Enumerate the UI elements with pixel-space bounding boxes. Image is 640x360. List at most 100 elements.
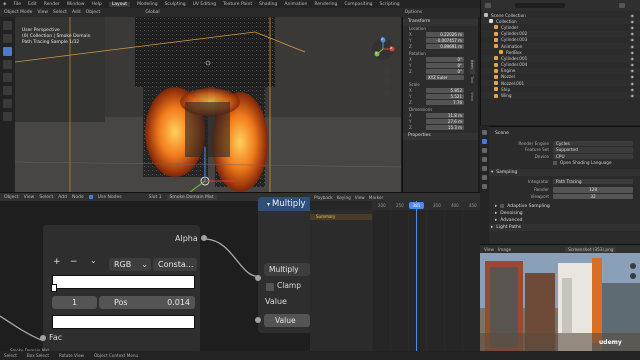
viewport-samples-field[interactable]: 32 (553, 193, 633, 199)
visibility-eye-icon[interactable]: ◉ (631, 19, 635, 24)
math-value-input-socket[interactable] (255, 275, 261, 281)
visibility-eye-icon[interactable]: ◉ (631, 13, 635, 18)
outliner-row[interactable]: Wing ◉ (481, 92, 640, 99)
options-button[interactable]: Options (405, 10, 422, 15)
measure-tool-icon[interactable] (3, 112, 12, 121)
fac-input-socket[interactable] (40, 335, 46, 341)
menu-file[interactable]: File (13, 2, 21, 7)
tab-compositing[interactable]: Compositing (344, 2, 372, 7)
rotation-mode-select[interactable]: XYZ Euler (426, 74, 464, 80)
rotation-x-field[interactable]: 0° (426, 56, 464, 62)
dimensions-x-field[interactable]: 11.8 m (426, 112, 464, 118)
visibility-eye-icon[interactable]: ◉ (631, 37, 635, 42)
alpha-output-socket[interactable] (201, 235, 207, 241)
image-pan-icon[interactable] (630, 273, 636, 279)
scale-tool-icon[interactable] (3, 73, 12, 82)
tab-item[interactable]: Item (470, 60, 475, 74)
color-ramp-bar[interactable] (52, 275, 195, 289)
location-x-field[interactable]: 0.22026 m (426, 31, 464, 37)
remove-stop-button[interactable]: − (70, 257, 78, 267)
tab-view[interactable]: View (470, 92, 475, 106)
outliner-search-input[interactable] (515, 3, 565, 8)
mode-select[interactable]: Object Mode (4, 10, 32, 15)
properties-header[interactable]: Properties (403, 133, 478, 140)
scale-y-field[interactable]: 5.521 (426, 93, 464, 99)
node-menu-node[interactable]: Node (72, 195, 84, 200)
tab-shading[interactable]: Shading (259, 2, 277, 7)
blender-logo-icon[interactable]: ◈ (3, 2, 6, 7)
zoom-icon[interactable] (383, 67, 391, 75)
colorramp-node[interactable]: Alpha + − ⌄ RGB⌄ Consta...⌄ 1 Pos0.014 F… (40, 225, 207, 353)
visibility-eye-icon[interactable]: ◉ (631, 74, 635, 79)
location-y-field[interactable]: -0.007457 m (426, 37, 464, 43)
menu-help[interactable]: Help (92, 2, 102, 7)
move-tool-icon[interactable] (3, 47, 12, 56)
node-menu-select[interactable]: Select (39, 195, 53, 200)
menu-window[interactable]: Window (67, 2, 85, 7)
denoising-panel[interactable]: ▸ Denoising (481, 210, 640, 217)
math-operation-select[interactable]: Multiply (264, 263, 310, 276)
render-samples-field[interactable]: 128 (553, 187, 633, 193)
color-stop-handle[interactable] (51, 284, 57, 292)
ramp-menu-button[interactable]: ⌄ (90, 256, 97, 265)
add-stop-button[interactable]: + (53, 257, 61, 267)
visibility-eye-icon[interactable]: ◉ (631, 50, 635, 55)
viewport-menu-object[interactable]: Object (86, 10, 101, 15)
material-select[interactable]: Smoke Domain Mat (166, 194, 217, 200)
dimensions-z-field[interactable]: 15.3 m (426, 124, 464, 130)
view-layer-tab-icon[interactable] (482, 157, 487, 162)
render-engine-select[interactable]: Cycles (553, 140, 633, 146)
slot-select[interactable]: Slot 1 (149, 195, 162, 200)
summary-channel[interactable]: Summary (310, 214, 372, 220)
frame-ruler[interactable] (372, 201, 480, 210)
node-menu-add[interactable]: Add (58, 195, 67, 200)
visibility-eye-icon[interactable]: ◉ (631, 44, 635, 49)
image-zoom-icon[interactable] (630, 263, 636, 269)
viewport-menu-add[interactable]: Add (72, 10, 81, 15)
rotation-y-field[interactable]: 0° (426, 62, 464, 68)
scene-tab-icon[interactable] (482, 166, 487, 171)
tab-sculpting[interactable]: Sculpting (165, 2, 186, 7)
tab-modeling[interactable]: Modeling (137, 2, 157, 7)
node-menu-view[interactable]: View (24, 195, 35, 200)
tool-tab-icon[interactable] (482, 130, 487, 135)
object-tab-icon[interactable] (482, 184, 487, 189)
image-select[interactable]: Screenshot (353).png (565, 246, 617, 252)
visibility-eye-icon[interactable]: ◉ (631, 87, 635, 92)
rotate-tool-icon[interactable] (3, 60, 12, 69)
output-tab-icon[interactable] (482, 148, 487, 153)
timeline-menu-marker[interactable]: Marker (369, 195, 383, 200)
tab-texture-paint[interactable]: Texture Paint (223, 2, 252, 7)
tab-tool[interactable]: Tool (470, 76, 475, 90)
menu-edit[interactable]: Edit (28, 2, 37, 7)
visibility-eye-icon[interactable]: ◉ (631, 31, 635, 36)
menu-render[interactable]: Render (44, 2, 60, 7)
location-z-field[interactable]: 0.89691 m (426, 43, 464, 49)
world-tab-icon[interactable] (482, 175, 487, 180)
tab-scripting[interactable]: Scripting (380, 2, 400, 7)
scale-z-field[interactable]: 7.76 (426, 99, 464, 105)
osl-checkbox[interactable] (553, 160, 557, 165)
viewport-menu-view[interactable]: View (37, 10, 48, 15)
transform-tool-icon[interactable] (3, 86, 12, 95)
color-mode-select[interactable]: RGB ⌄ (109, 258, 151, 271)
math-value2-socket[interactable] (255, 317, 261, 323)
image-menu-view[interactable]: View (484, 247, 494, 252)
advanced-panel[interactable]: ▸ Advanced (481, 217, 640, 224)
integrator-select[interactable]: Path Tracing (553, 178, 633, 184)
cursor-tool-icon[interactable] (3, 34, 12, 43)
filter-icon[interactable] (619, 3, 625, 8)
feature-set-select[interactable]: Supported (553, 147, 633, 153)
visibility-eye-icon[interactable]: ◉ (631, 93, 635, 98)
annotate-tool-icon[interactable] (3, 99, 12, 108)
visibility-eye-icon[interactable]: ◉ (631, 81, 635, 86)
editor-type-icon[interactable] (485, 3, 491, 8)
visibility-eye-icon[interactable]: ◉ (631, 68, 635, 73)
render-tab-icon[interactable] (482, 139, 487, 144)
sampling-header[interactable]: ▾ Sampling (481, 169, 640, 176)
tweak-tool-icon[interactable] (3, 21, 12, 30)
device-select[interactable]: CPU (553, 153, 633, 159)
use-nodes-checkbox[interactable] (88, 195, 93, 199)
current-frame-indicator[interactable]: 381 (409, 202, 424, 209)
tab-layout[interactable]: Layout (108, 1, 131, 7)
